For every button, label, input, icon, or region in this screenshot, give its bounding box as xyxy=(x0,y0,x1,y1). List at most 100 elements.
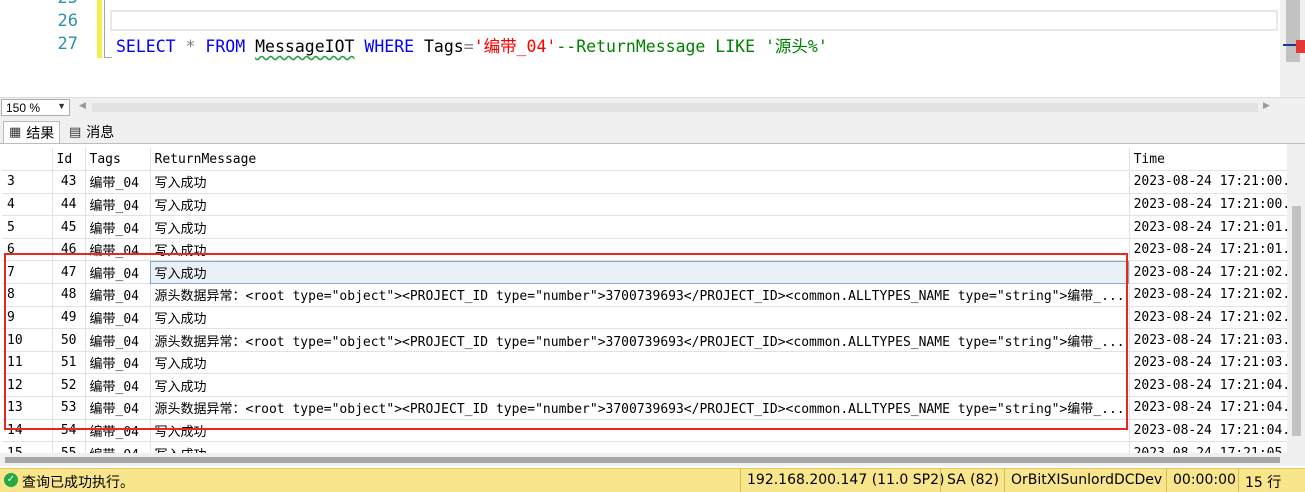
cell-id[interactable]: 45 xyxy=(52,215,86,239)
cell-row-number[interactable]: 9 xyxy=(2,306,53,330)
cell-id[interactable]: 54 xyxy=(52,419,86,443)
grid-horizontal-scroll-thumb[interactable] xyxy=(5,457,1280,463)
cell-returnmessage[interactable]: 写入成功 xyxy=(150,215,1130,239)
cell-time[interactable]: 2023-08-24 17:21:03.4 xyxy=(1129,351,1303,375)
sql-query-line[interactable]: SELECT * FROM MessageIOT WHERE Tags='编带_… xyxy=(116,33,828,57)
table-row[interactable]: 14 54 编带_04 写入成功 2023-08-24 17:21:04.5 xyxy=(2,419,1303,443)
cell-returnmessage[interactable]: 源头数据异常：<root type="object"><PROJECT_ID t… xyxy=(150,283,1130,307)
grid-horizontal-scrollbar[interactable] xyxy=(0,453,1287,466)
cell-returnmessage[interactable]: 写入成功 xyxy=(150,373,1130,398)
sql-editor[interactable]: 25 26 27 SELECT * FROM MessageIOT WHERE … xyxy=(0,0,1305,97)
cell-id[interactable]: 49 xyxy=(52,306,86,330)
cell-id[interactable]: 47 xyxy=(52,260,86,285)
cell-row-number[interactable]: 13 xyxy=(2,396,53,420)
column-header-tags[interactable]: Tags xyxy=(85,148,151,172)
cell-id[interactable]: 52 xyxy=(52,373,86,398)
cell-tags[interactable]: 编带_04 xyxy=(85,215,151,239)
cell-row-number[interactable]: 11 xyxy=(2,351,53,375)
cell-returnmessage[interactable]: 源头数据异常：<root type="object"><PROJECT_ID t… xyxy=(150,396,1130,420)
cell-time[interactable]: 2023-08-24 17:21:04.0 xyxy=(1129,373,1303,398)
cell-time[interactable]: 2023-08-24 17:21:01.3 xyxy=(1129,215,1303,239)
cell-id[interactable]: 44 xyxy=(52,193,86,217)
column-header-rownum[interactable] xyxy=(2,148,53,172)
sql-comment: --ReturnMessage LIKE '源头%' xyxy=(556,37,828,56)
sql-star: * xyxy=(185,37,196,56)
check-circle-icon: ✓ xyxy=(4,473,18,487)
table-row[interactable]: 12 52 编带_04 写入成功 2023-08-24 17:21:04.0 xyxy=(2,373,1303,398)
tab-results[interactable]: ▦ 结果 xyxy=(3,121,61,143)
cell-returnmessage[interactable]: 写入成功 xyxy=(150,238,1130,262)
chevron-down-icon[interactable]: ▼ xyxy=(57,101,66,111)
table-row[interactable]: 11 51 编带_04 写入成功 2023-08-24 17:21:03.4 xyxy=(2,351,1303,375)
cell-row-number[interactable]: 14 xyxy=(2,419,53,443)
tab-messages[interactable]: ▤ 消息 xyxy=(64,121,119,143)
cell-tags[interactable]: 编带_04 xyxy=(85,373,151,398)
cell-id[interactable]: 48 xyxy=(52,283,86,307)
cell-time[interactable]: 2023-08-24 17:21:02.4 xyxy=(1129,260,1303,285)
cell-row-number[interactable]: 10 xyxy=(2,328,53,352)
cell-row-number[interactable]: 12 xyxy=(2,373,53,398)
cell-time[interactable]: 2023-08-24 17:21:03.4 xyxy=(1129,328,1303,352)
cell-row-number[interactable]: 4 xyxy=(2,193,53,217)
cell-tags[interactable]: 编带_04 xyxy=(85,170,151,194)
cell-row-number[interactable]: 3 xyxy=(2,170,53,194)
cell-tags[interactable]: 编带_04 xyxy=(85,328,151,352)
cell-row-number[interactable]: 5 xyxy=(2,215,53,239)
cell-time[interactable]: 2023-08-24 17:21:02.9 xyxy=(1129,306,1303,330)
grid-vertical-scrollbar[interactable] xyxy=(1287,144,1305,466)
cell-returnmessage[interactable]: 源头数据异常：<root type="object"><PROJECT_ID t… xyxy=(150,328,1130,352)
table-header-row: Id Tags ReturnMessage Time xyxy=(2,148,1303,172)
results-grid[interactable]: Id Tags ReturnMessage Time 3 43 编带_04 写入成功 2… xyxy=(0,143,1305,466)
cell-returnmessage[interactable]: 写入成功 xyxy=(150,306,1130,330)
cell-id[interactable]: 51 xyxy=(52,351,86,375)
cell-time[interactable]: 2023-08-24 17:21:04.5 xyxy=(1129,396,1303,420)
cell-row-number[interactable]: 6 xyxy=(2,238,53,262)
cell-returnmessage[interactable]: 写入成功 xyxy=(150,260,1130,285)
cell-time[interactable]: 2023-08-24 17:21:00.7 xyxy=(1129,193,1303,217)
cell-tags[interactable]: 编带_04 xyxy=(85,306,151,330)
zoom-value: 150 % xyxy=(6,101,41,115)
table-row[interactable]: 4 44 编带_04 写入成功 2023-08-24 17:21:00.7 xyxy=(2,193,1303,217)
editor-horizontal-scroll-thumb[interactable] xyxy=(92,103,1258,112)
outline-collapse-line xyxy=(104,0,105,58)
scroll-left-icon[interactable]: ◀ xyxy=(79,101,86,111)
cell-tags[interactable]: 编带_04 xyxy=(85,193,151,217)
table-row[interactable]: 8 48 编带_04 源头数据异常：<root type="object"><PROJ… xyxy=(2,283,1303,307)
cell-tags[interactable]: 编带_04 xyxy=(85,396,151,420)
column-header-id[interactable]: Id xyxy=(52,148,86,172)
cell-tags[interactable]: 编带_04 xyxy=(85,260,151,285)
cell-id[interactable]: 53 xyxy=(52,396,86,420)
status-message: 查询已成功执行。 xyxy=(22,475,134,491)
zoom-select[interactable]: 150 % ▼ xyxy=(1,99,70,116)
cell-row-number[interactable]: 8 xyxy=(2,283,53,307)
cell-row-number[interactable]: 7 xyxy=(2,260,53,285)
table-row[interactable]: 3 43 编带_04 写入成功 2023-08-24 17:21:00.2 xyxy=(2,170,1303,194)
cell-id[interactable]: 43 xyxy=(52,170,86,194)
cell-id[interactable]: 46 xyxy=(52,238,86,262)
cell-tags[interactable]: 编带_04 xyxy=(85,351,151,375)
tab-results-label: 结果 xyxy=(26,125,55,142)
table-row[interactable]: 10 50 编带_04 源头数据异常：<root type="object"><PRO… xyxy=(2,328,1303,352)
cell-time[interactable]: 2023-08-24 17:21:02.9 xyxy=(1129,283,1303,307)
table-row[interactable]: 13 53 编带_04 源头数据异常：<root type="object"><PRO… xyxy=(2,396,1303,420)
cell-returnmessage[interactable]: 写入成功 xyxy=(150,419,1130,443)
table-row[interactable]: 5 45 编带_04 写入成功 2023-08-24 17:21:01.3 xyxy=(2,215,1303,239)
cell-tags[interactable]: 编带_04 xyxy=(85,419,151,443)
cell-time[interactable]: 2023-08-24 17:21:01.8 xyxy=(1129,238,1303,262)
table-row[interactable]: 9 49 编带_04 写入成功 2023-08-24 17:21:02.9 xyxy=(2,306,1303,330)
column-header-returnmessage[interactable]: ReturnMessage xyxy=(150,148,1130,172)
cell-time[interactable]: 2023-08-24 17:21:00.2 xyxy=(1129,170,1303,194)
cell-time[interactable]: 2023-08-24 17:21:04.5 xyxy=(1129,419,1303,443)
table-row[interactable]: 7 47 编带_04 写入成功 2023-08-24 17:21:02.4 xyxy=(2,260,1303,285)
cell-tags[interactable]: 编带_04 xyxy=(85,283,151,307)
table-row[interactable]: 6 46 编带_04 写入成功 2023-08-24 17:21:01.8 xyxy=(2,238,1303,262)
results-tab-bar: ▦ 结果 ▤ 消息 xyxy=(0,117,1305,143)
cell-tags[interactable]: 编带_04 xyxy=(85,238,151,262)
grid-scroll-thumb[interactable] xyxy=(1292,206,1301,436)
cell-id[interactable]: 50 xyxy=(52,328,86,352)
cell-returnmessage[interactable]: 写入成功 xyxy=(150,170,1130,194)
scroll-right-icon[interactable]: ▶ xyxy=(1263,101,1270,111)
cell-returnmessage[interactable]: 写入成功 xyxy=(150,193,1130,217)
column-header-time[interactable]: Time xyxy=(1129,148,1303,172)
cell-returnmessage[interactable]: 写入成功 xyxy=(150,351,1130,375)
